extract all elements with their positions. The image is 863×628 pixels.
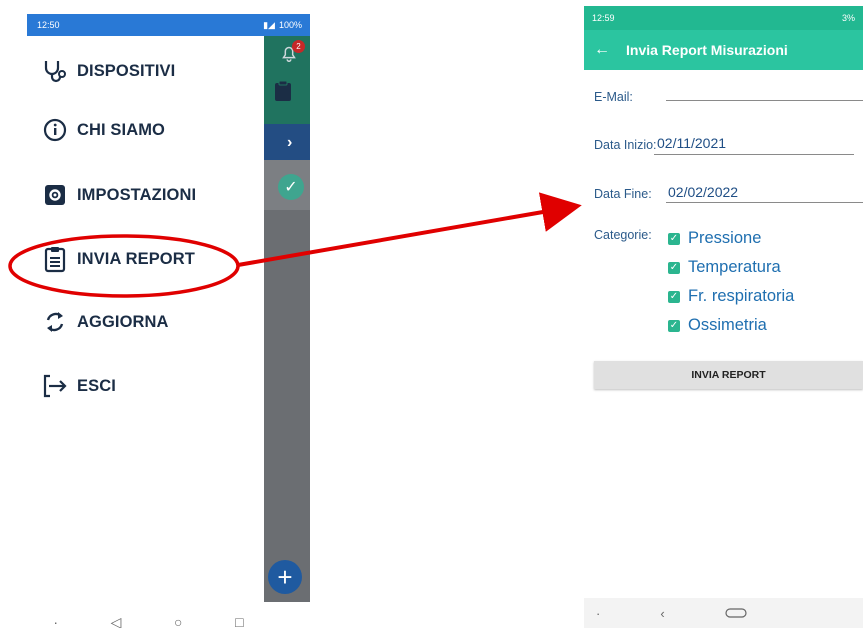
clipboard-icon [275,80,291,101]
app-bar-title: Invia Report Misurazioni [626,42,788,58]
app-bar: ← Invia Report Misurazioni [584,30,863,70]
start-date-value: 02/11/2021 [657,135,727,151]
left-phone-screen: 12:50 ▮◢ 100% 2 › ✓ + DISPOSITIVI CHI SI… [27,14,310,628]
category-ossimetria[interactable]: ✓ Ossimetria [668,316,767,335]
end-date-label: Data Fine: [594,187,652,201]
checkbox-checked-icon[interactable]: ✓ [668,232,680,245]
right-phone-screen: 12:59 3% ← Invia Report Misurazioni E-Ma… [584,6,863,628]
left-status-battery: 100% [278,20,302,30]
end-date-field[interactable] [666,202,863,203]
email-field[interactable] [666,100,863,101]
right-system-nav-bar: · ‹ [584,598,863,628]
left-system-nav-bar: · ◁ ○ □ [27,602,310,628]
menu-label-esci: ESCI [77,376,116,395]
left-status-time: 12:50 [37,20,60,30]
checkbox-checked-icon[interactable]: ✓ [668,261,680,274]
back-chevron-icon[interactable]: ‹ [660,606,664,621]
exit-icon [41,372,69,400]
menu-item-impostazioni[interactable]: IMPOSTAZIONI [41,178,196,212]
category-pressione[interactable]: ✓ Pressione [668,229,761,248]
send-report-button[interactable]: INVIA REPORT [594,361,863,389]
right-status-bar: 12:59 3% [584,6,863,30]
arrow-back-icon[interactable]: ← [584,41,620,59]
home-circle-icon[interactable]: ○ [174,614,182,628]
menu-item-esci[interactable]: ESCI [41,369,116,403]
home-pill-icon[interactable] [725,606,747,621]
menu-item-aggiorna[interactable]: AGGIORNA [41,305,169,339]
add-fab-button[interactable]: + [268,560,302,594]
notification-badge: 2 [292,40,305,53]
background-app-overlay: 2 › ✓ + [264,36,310,602]
refresh-icon [41,308,69,336]
stethoscope-icon [41,57,69,85]
signal-icon: ▮◢ [263,19,275,30]
dot-icon: · [53,614,58,628]
navigation-drawer: DISPOSITIVI CHI SIAMO IMPOSTAZIONI INVIA… [27,36,264,602]
start-date-label: Data Inizio: [594,138,657,152]
email-label: E-Mail: [594,90,633,104]
menu-item-chi-siamo[interactable]: CHI SIAMO [41,113,165,147]
menu-item-invia-report[interactable]: INVIA REPORT [41,242,195,276]
right-status-battery: 3% [841,13,855,23]
menu-label-dispositivi: DISPOSITIVI [77,61,176,80]
menu-label-invia-report: INVIA REPORT [77,249,195,268]
recents-square-icon[interactable]: □ [235,614,243,628]
categories-label: Categorie: [594,228,652,242]
back-triangle-icon[interactable]: ◁ [111,614,122,628]
start-date-field[interactable] [654,154,854,155]
check-circle-icon: ✓ [278,174,304,200]
checkbox-checked-icon[interactable]: ✓ [668,290,680,303]
dot-icon: · [596,605,601,621]
settings-icon [41,181,69,209]
info-icon [41,116,69,144]
clipboard-icon [41,245,69,273]
category-temperatura[interactable]: ✓ Temperatura [668,258,781,277]
category-fr-respiratoria[interactable]: ✓ Fr. respiratoria [668,287,794,306]
menu-item-dispositivi[interactable]: DISPOSITIVI [41,54,175,88]
checkbox-checked-icon[interactable]: ✓ [668,319,680,332]
right-status-time: 12:59 [592,13,615,23]
end-date-value: 02/02/2022 [668,184,739,200]
menu-label-chi-siamo: CHI SIAMO [77,120,165,139]
menu-label-impostazioni: IMPOSTAZIONI [77,185,197,204]
menu-label-aggiorna: AGGIORNA [77,312,169,331]
chevron-right-icon: › [287,134,293,151]
left-status-bar: 12:50 ▮◢ 100% [27,14,310,36]
